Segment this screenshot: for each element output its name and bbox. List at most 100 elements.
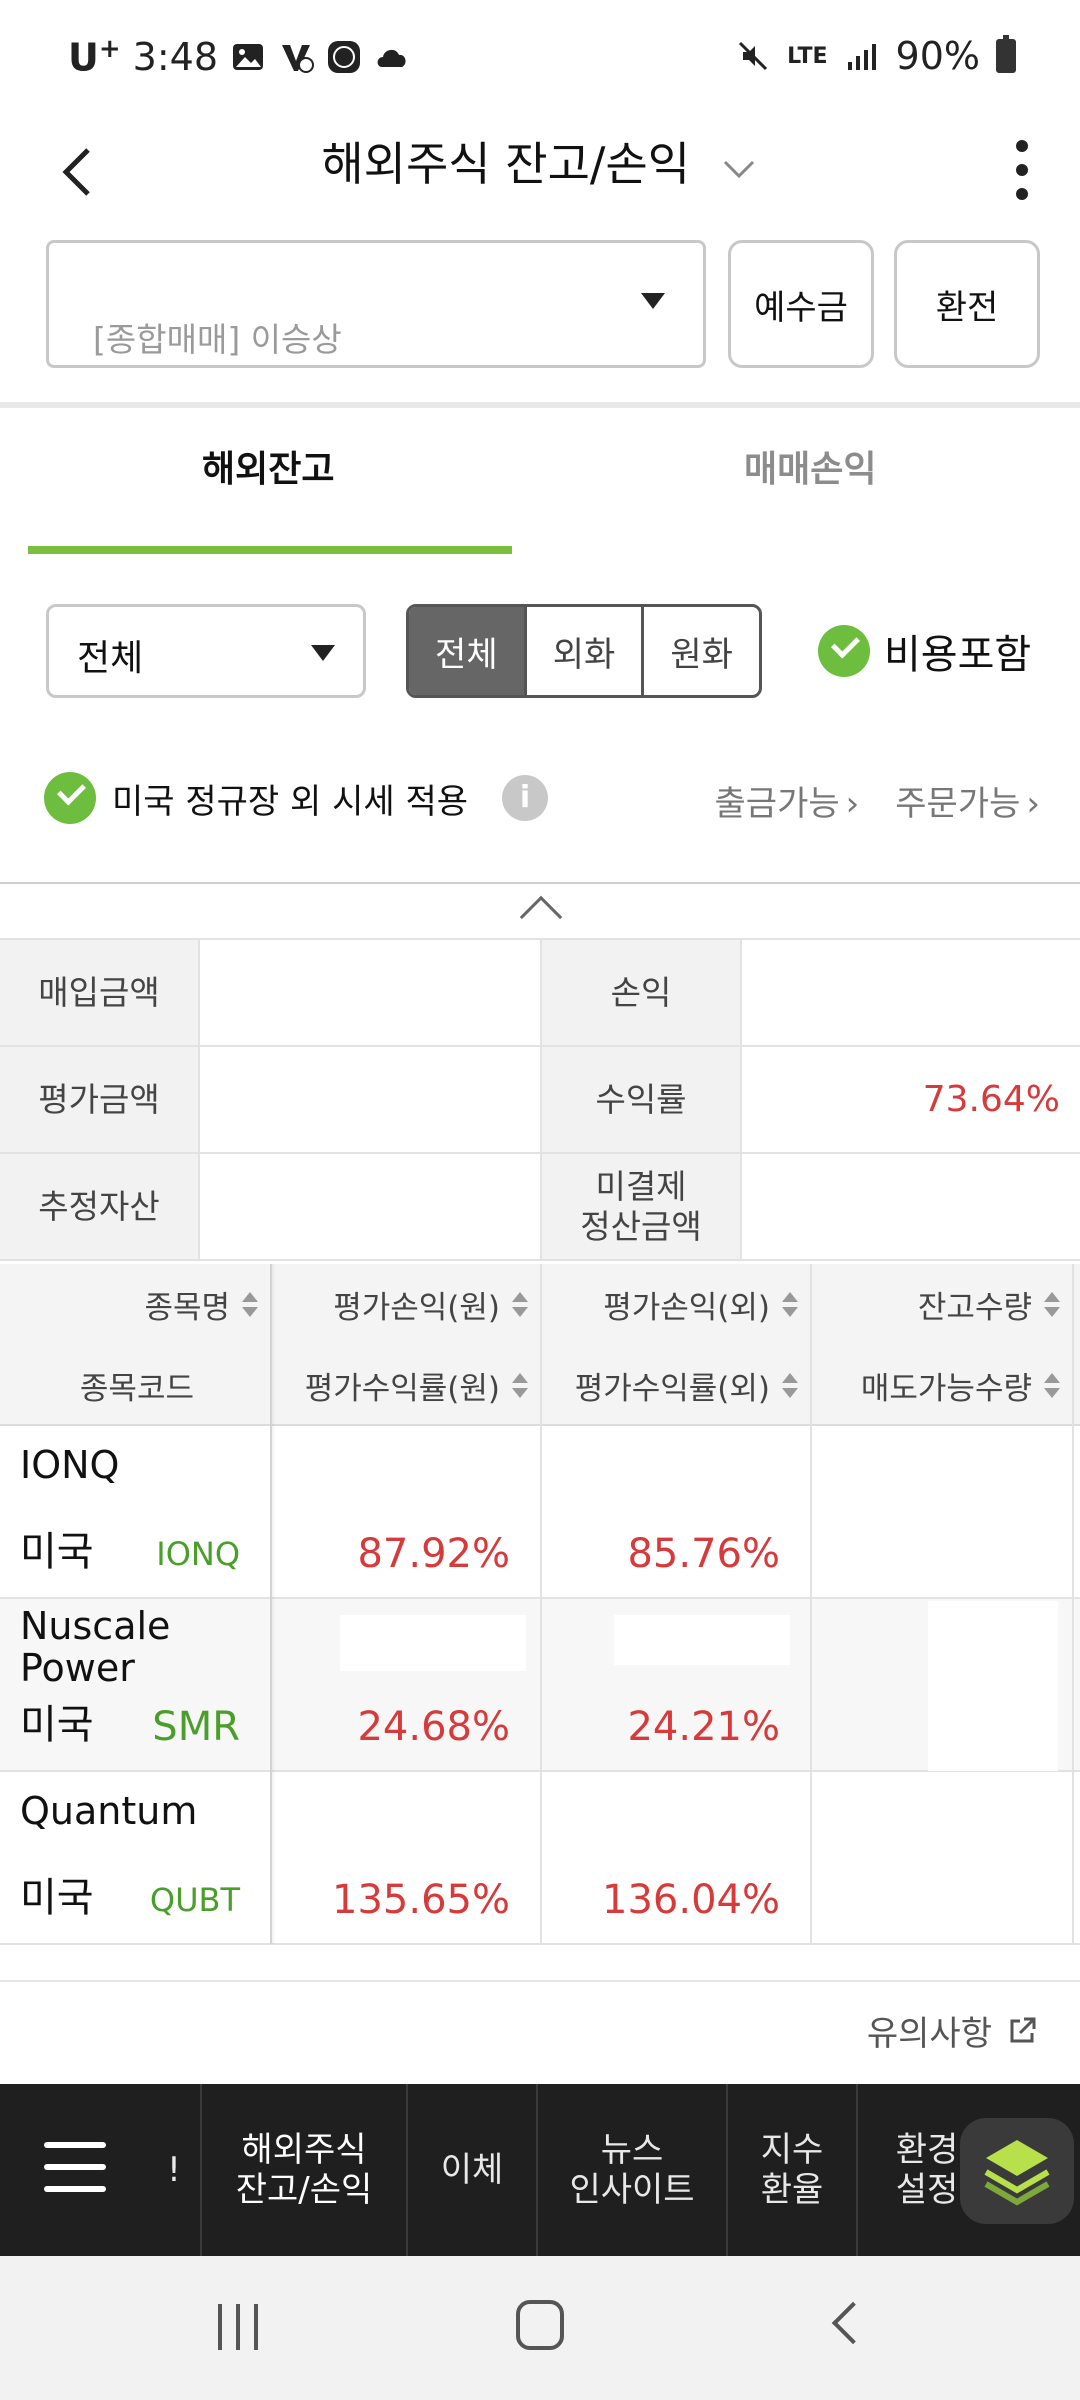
- exchange-button[interactable]: 환전: [894, 240, 1040, 368]
- layers-icon: [984, 2140, 1050, 2206]
- account-label: [종합매매] 이승상: [93, 320, 342, 359]
- sort-icon: [512, 1371, 528, 1401]
- summary-label: 수익률: [542, 1047, 742, 1152]
- cost-included-label: 비용포함: [884, 632, 1032, 678]
- sort-icon: [512, 1290, 528, 1320]
- return-fx: 24.21%: [627, 1704, 780, 1750]
- status-bar: U+ 3:48 LTE 90%: [0, 0, 1080, 120]
- sort-icon: [782, 1290, 798, 1320]
- app-bottom-nav: ! 해외주식 잔고/손익 이체 뉴스 인사이트 지수 환율 환경 설정: [0, 2084, 1080, 2256]
- extended-hours-checkbox[interactable]: 미국 정규장 외 시세 적용 i: [44, 772, 549, 824]
- stock-name: Quantum: [20, 1789, 198, 1833]
- network-label: LTE: [787, 43, 828, 69]
- summary-value: [742, 1154, 1080, 1259]
- chevron-down-icon: [723, 160, 754, 178]
- return-fx: 136.04%: [602, 1877, 780, 1923]
- segment-krw[interactable]: 원화: [644, 607, 759, 695]
- account-selector[interactable]: [종합매매] 이승상: [46, 240, 706, 368]
- holdings-header: 종목명 종목코드 평가손익(원) 평가수익률(원) 평가손익(외) 평가수익률(…: [0, 1264, 1080, 1426]
- stock-country: 미국: [20, 1875, 94, 1921]
- cost-included-checkbox[interactable]: 비용포함: [818, 622, 1031, 680]
- redacted-value: [928, 1601, 1058, 1771]
- mute-icon: [739, 41, 768, 71]
- currency-segment: 전체 외화 원화: [406, 604, 762, 698]
- header-col-name[interactable]: 종목명 종목코드: [0, 1264, 272, 1426]
- info-icon[interactable]: i: [502, 775, 549, 821]
- signal-icon: [847, 44, 876, 70]
- check-icon: [44, 772, 96, 824]
- sort-icon: [242, 1290, 258, 1320]
- holdings-table: IONQ 미국 IONQ 87.92% 85.76% Nuscale Power …: [0, 1426, 1080, 1945]
- segment-foreign[interactable]: 외화: [527, 607, 645, 695]
- tab-overseas-balance[interactable]: 해외잔고: [202, 440, 334, 492]
- extended-hours-label: 미국 정규장 외 시세 적용: [112, 781, 469, 822]
- layers-fab[interactable]: [960, 2118, 1074, 2224]
- sort-icon: [1044, 1290, 1060, 1320]
- stock-code: IONQ: [156, 1535, 240, 1573]
- header-col-quantity[interactable]: 잔고수량 매도가능수량: [812, 1264, 1074, 1426]
- back-icon[interactable]: [831, 2301, 875, 2345]
- summary-collapse-toggle[interactable]: [0, 882, 1080, 940]
- stock-country: 미국: [20, 1702, 94, 1748]
- caret-down-icon: [641, 293, 665, 309]
- summary-label: 추정자산: [0, 1154, 200, 1259]
- summary-label: 미결제 정산금액: [542, 1154, 742, 1259]
- table-row[interactable]: IONQ 미국 IONQ 87.92% 85.76%: [0, 1426, 1080, 1599]
- app-header: 해외주식 잔고/손익: [0, 110, 1080, 230]
- deposit-button[interactable]: 예수금: [728, 240, 874, 368]
- redacted-value: [340, 1615, 526, 1671]
- divider: [0, 1980, 1080, 1982]
- chevron-up-icon: [519, 895, 563, 939]
- nav-item-news[interactable]: 뉴스 인사이트: [536, 2084, 726, 2256]
- return-rate-value: 73.64%: [922, 1079, 1060, 1120]
- stock-code: QUBT: [149, 1881, 240, 1919]
- notice-link[interactable]: 유의사항: [867, 2006, 1040, 2055]
- battery-icon: [996, 35, 1016, 73]
- sort-icon: [1044, 1371, 1060, 1401]
- active-tab-indicator: [28, 546, 512, 554]
- summary-value: [200, 940, 542, 1045]
- orderable-link[interactable]: 주문가능 ›: [895, 776, 1040, 825]
- nav-item-partial[interactable]: !: [148, 2084, 200, 2256]
- page-title[interactable]: 해외주식 잔고/손익: [0, 128, 1080, 194]
- carrier-label: U+: [68, 34, 121, 80]
- summary-row: 평가금액 수익률 73.64%: [0, 1047, 1080, 1154]
- clock: 3:48: [132, 34, 218, 79]
- stock-name: Nuscale Power: [20, 1604, 171, 1690]
- summary-label: 손익: [542, 940, 742, 1045]
- segment-all[interactable]: 전체: [409, 607, 527, 695]
- nav-item-transfer[interactable]: 이체: [406, 2084, 536, 2256]
- return-krw: 87.92%: [357, 1531, 510, 1577]
- frozen-column-shadow: [270, 1264, 276, 1944]
- caret-down-icon: [311, 645, 335, 661]
- summary-label: 매입금액: [0, 940, 200, 1045]
- header-col-pnl-krw[interactable]: 평가손익(원) 평가수익률(원): [272, 1264, 542, 1426]
- summary-value: [200, 1154, 542, 1259]
- summary-row: 추정자산 미결제 정산금액: [0, 1154, 1080, 1261]
- category-select[interactable]: 전체: [46, 604, 366, 698]
- summary-label: 평가금액: [0, 1047, 200, 1152]
- return-krw: 24.68%: [357, 1704, 510, 1750]
- system-nav-bar: [0, 2256, 1080, 2400]
- stock-name: IONQ: [20, 1443, 120, 1487]
- nav-item-index-fx[interactable]: 지수 환율: [726, 2084, 856, 2256]
- return-krw: 135.65%: [332, 1877, 510, 1923]
- sort-icon: [782, 1371, 798, 1401]
- recent-apps-icon[interactable]: [214, 2304, 262, 2350]
- stock-code: SMR: [152, 1704, 240, 1750]
- app-icon: [328, 40, 360, 73]
- summary-value: [742, 940, 1080, 1045]
- summary-table: 매입금액 손익 평가금액 수익률 73.64% 추정자산 미결제 정산금액: [0, 940, 1080, 1261]
- nav-item-overseas-balance[interactable]: 해외주식 잔고/손익: [200, 2084, 406, 2256]
- header-col-pnl-fx[interactable]: 평가손익(외) 평가수익률(외): [542, 1264, 812, 1426]
- section-divider: [0, 402, 1080, 408]
- table-row[interactable]: Nuscale Power 미국 SMR 24.68% 24.21%: [0, 1599, 1080, 1772]
- withdrawable-link[interactable]: 출금가능 ›: [715, 776, 860, 825]
- summary-value: [200, 1047, 542, 1152]
- table-row[interactable]: Quantum 미국 QUBT 135.65% 136.04%: [0, 1772, 1080, 1945]
- hamburger-menu-icon[interactable]: [44, 2142, 106, 2194]
- home-icon[interactable]: [516, 2300, 564, 2350]
- tab-trade-pnl[interactable]: 매매손익: [744, 440, 876, 492]
- more-options-icon[interactable]: [992, 130, 1052, 210]
- redacted-value: [614, 1615, 790, 1665]
